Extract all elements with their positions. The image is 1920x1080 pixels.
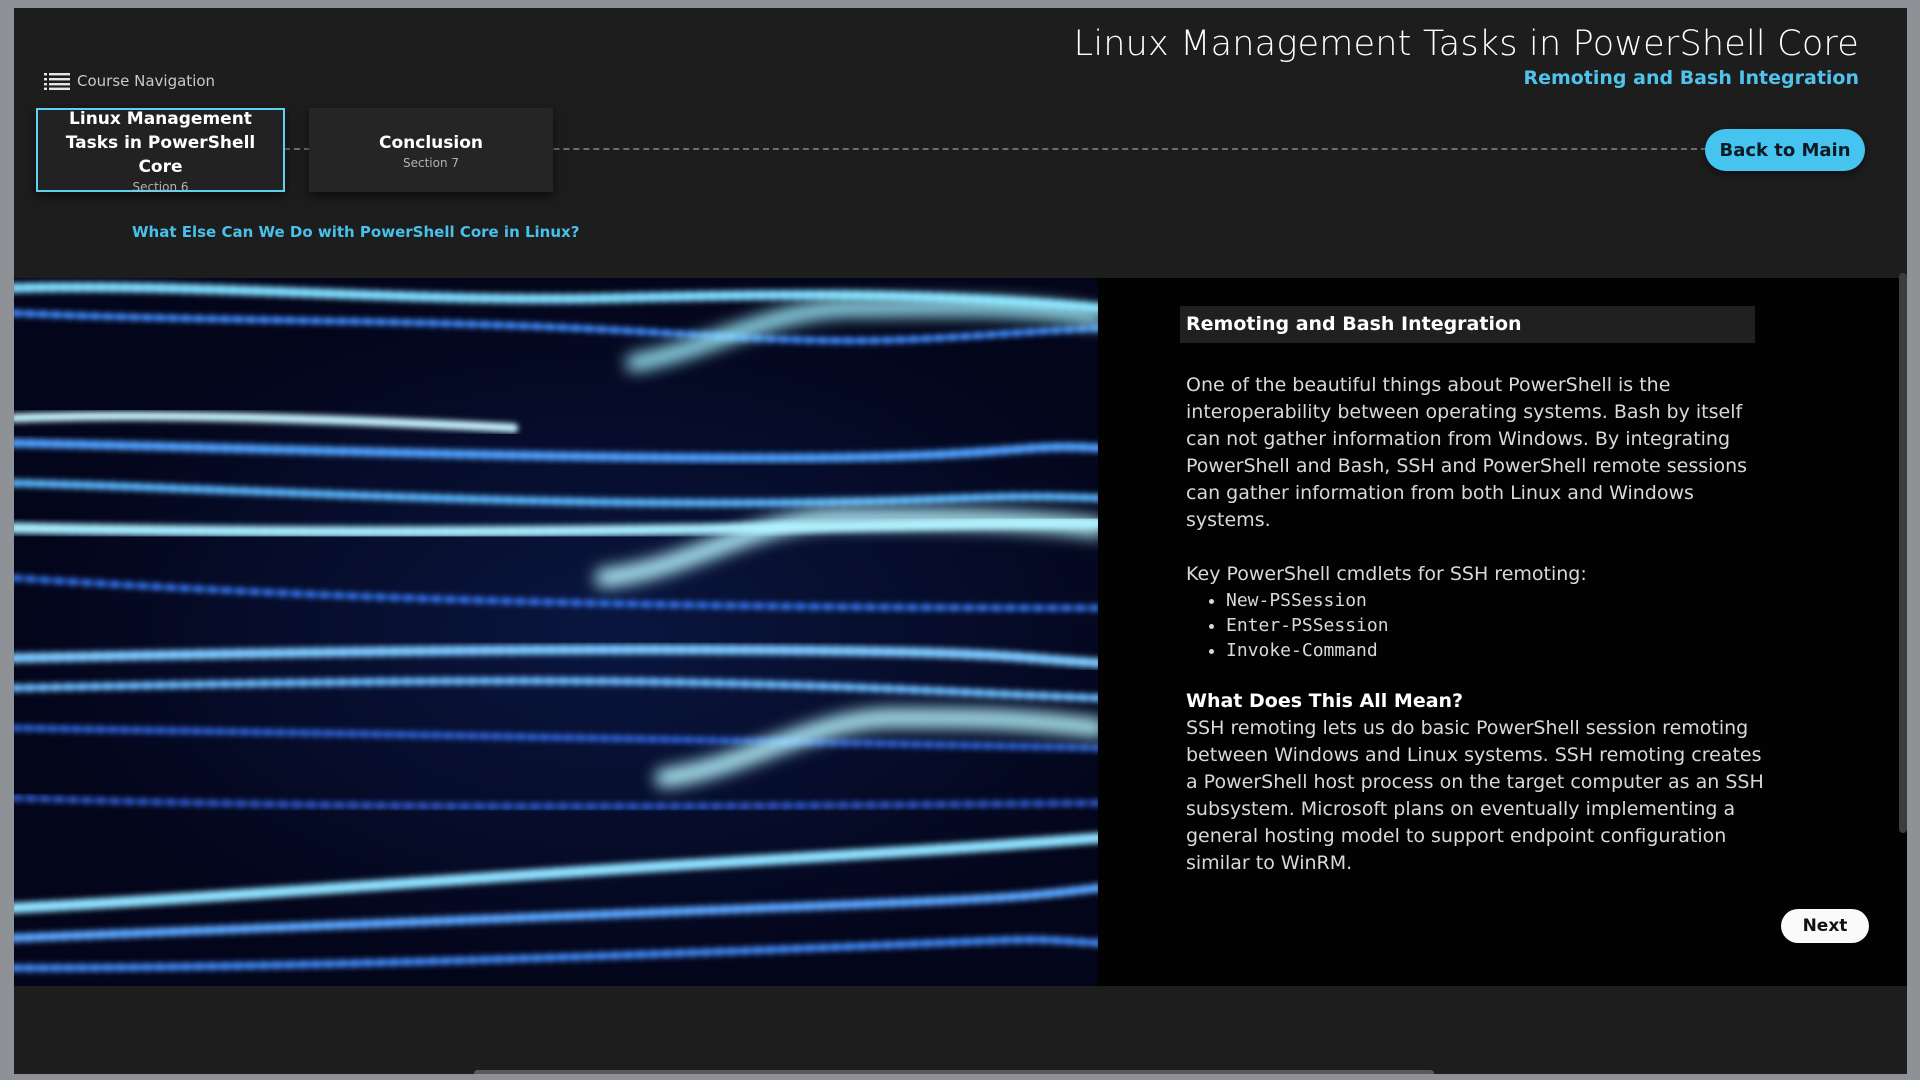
intro-paragraph: One of the beautiful things about PowerS… xyxy=(1186,374,1748,531)
course-navigation-label: Course Navigation xyxy=(77,72,216,90)
course-title: Linux Management Tasks in PowerShell Cor… xyxy=(1073,24,1859,64)
lesson-text-panel: Remoting and Bash Integration One of the… xyxy=(1180,306,1766,877)
list-item: Enter-PSSession xyxy=(1226,613,1766,638)
nav-card-section: Section 6 xyxy=(132,179,189,194)
list-item: New-PSSession xyxy=(1226,588,1766,613)
section-subheading: What Does This All Mean? xyxy=(1186,690,1464,712)
back-to-main-button[interactable]: Back to Main xyxy=(1705,129,1865,171)
nav-card-section: Section 7 xyxy=(402,155,460,170)
light-streaks-image xyxy=(14,278,1098,986)
list-item: Invoke-Command xyxy=(1226,638,1766,663)
list-icon xyxy=(44,73,70,90)
nav-card-title: Linux Management Tasks in PowerShell Cor… xyxy=(38,107,283,179)
nav-card-title-line2: Tasks in PowerShell Core xyxy=(65,132,256,177)
explanation-paragraph: SSH remoting lets us do basic PowerShell… xyxy=(1186,717,1764,874)
vertical-scrollbar[interactable] xyxy=(1899,273,1907,833)
lesson-subtitle: Remoting and Bash Integration xyxy=(1523,67,1859,89)
course-navigation-toggle[interactable]: Course Navigation xyxy=(44,72,215,90)
nav-card-title: Conclusion xyxy=(379,132,483,153)
panel-heading: Remoting and Bash Integration xyxy=(1180,306,1755,343)
topic-link[interactable]: What Else Can We Do with PowerShell Core… xyxy=(132,223,579,241)
nav-card-title-line1: Linux Management xyxy=(69,108,252,129)
horizontal-scrollbar[interactable] xyxy=(474,1070,1434,1074)
lesson-content: Remoting and Bash Integration One of the… xyxy=(14,278,1907,986)
nav-card-section-7[interactable]: Conclusion Section 7 xyxy=(309,108,553,192)
course-window: Linux Management Tasks in PowerShell Cor… xyxy=(14,8,1907,1074)
cmdlets-intro: Key PowerShell cmdlets for SSH remoting: xyxy=(1186,563,1587,585)
next-button[interactable]: Next xyxy=(1781,909,1869,943)
cmdlet-list: New-PSSession Enter-PSSession Invoke-Com… xyxy=(1186,588,1766,663)
nav-card-section-6[interactable]: Linux Management Tasks in PowerShell Cor… xyxy=(36,107,285,194)
